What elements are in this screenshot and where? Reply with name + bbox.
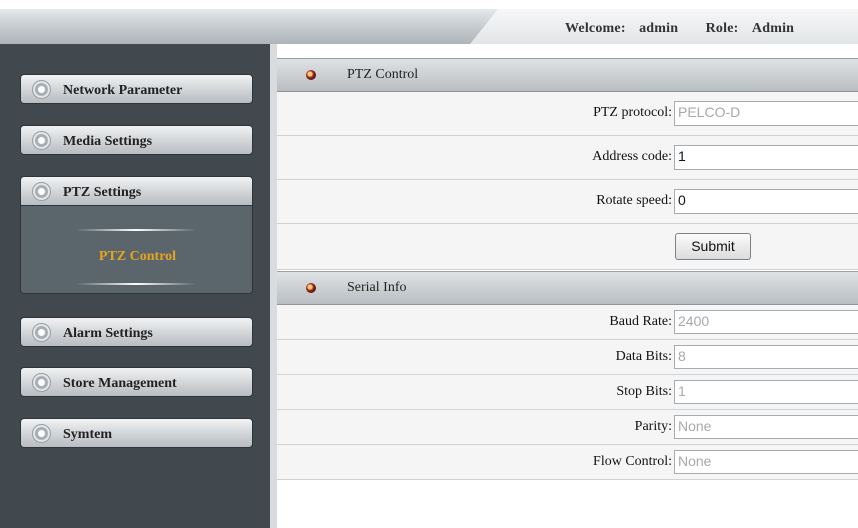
submenu-item-ptz-control[interactable]: PTZ Control bbox=[21, 249, 254, 265]
form-row-flow-control: Flow Control: None bbox=[277, 445, 858, 480]
submit-button[interactable]: Submit bbox=[675, 233, 751, 260]
gear-icon bbox=[32, 424, 51, 443]
role-label: Role: bbox=[705, 21, 739, 36]
submenu-divider bbox=[76, 283, 196, 285]
parity-field[interactable]: None bbox=[674, 415, 858, 439]
gear-icon bbox=[32, 80, 51, 99]
form-row-address-code: Address code: 1 bbox=[277, 136, 858, 180]
form-row-baud-rate: Baud Rate: 2400 bbox=[277, 305, 858, 340]
sidebar-item-label: PTZ Settings bbox=[63, 185, 142, 200]
field-label: Rotate speed: bbox=[596, 193, 672, 208]
gear-icon bbox=[32, 131, 51, 150]
form-row-rotate-speed: Rotate speed: 0 bbox=[277, 180, 858, 224]
username: admin bbox=[639, 21, 679, 36]
rotate-speed-field[interactable]: 0 bbox=[674, 189, 858, 214]
data-bits-field[interactable]: 8 bbox=[674, 345, 858, 369]
sidebar-item-alarm-settings[interactable]: Alarm Settings bbox=[20, 317, 253, 347]
sidebar-item-media-settings[interactable]: Media Settings bbox=[20, 125, 253, 155]
field-label: PTZ protocol: bbox=[593, 105, 672, 120]
submenu-divider bbox=[76, 229, 196, 231]
sidebar-item-label: Media Settings bbox=[63, 134, 153, 149]
bullet-icon bbox=[306, 70, 316, 80]
field-label: Address code: bbox=[592, 149, 672, 164]
sidebar-item-label: Alarm Settings bbox=[63, 326, 153, 341]
sidebar-item-symtem[interactable]: Symtem bbox=[20, 418, 253, 448]
field-label: Stop Bits: bbox=[616, 384, 672, 399]
gear-icon bbox=[32, 373, 51, 392]
sidebar-item-label: Store Management bbox=[63, 376, 177, 391]
field-label: Flow Control: bbox=[593, 454, 672, 469]
form-row-data-bits: Data Bits: 8 bbox=[277, 340, 858, 375]
gear-icon bbox=[32, 182, 51, 201]
sidebar-item-label: Symtem bbox=[63, 427, 112, 442]
form-row-parity: Parity: None bbox=[277, 410, 858, 445]
field-label: Baud Rate: bbox=[609, 314, 672, 329]
section-title: Serial Info bbox=[347, 280, 407, 295]
ptz-protocol-field[interactable]: PELCO-D bbox=[674, 101, 858, 126]
field-label: Data Bits: bbox=[615, 349, 672, 364]
welcome-info: Welcome: admin Role: Admin bbox=[565, 21, 794, 37]
stop-bits-field[interactable]: 1 bbox=[674, 380, 858, 404]
section-header-ptz-control: PTZ Control bbox=[277, 58, 858, 92]
section-title: PTZ Control bbox=[347, 67, 419, 82]
sidebar-item-label: Network Parameter bbox=[63, 83, 183, 98]
bullet-icon bbox=[306, 283, 316, 293]
flow-control-field[interactable]: None bbox=[674, 450, 858, 474]
role-value: Admin bbox=[751, 21, 795, 36]
field-label: Parity: bbox=[634, 419, 672, 434]
gear-icon bbox=[32, 323, 51, 342]
form-row-stop-bits: Stop Bits: 1 bbox=[277, 375, 858, 410]
welcome-label: Welcome: bbox=[565, 21, 626, 36]
baud-rate-field[interactable]: 2400 bbox=[674, 310, 858, 334]
sidebar-divider bbox=[270, 44, 277, 528]
form-row-submit: Submit bbox=[277, 224, 858, 270]
sidebar-item-store-management[interactable]: Store Management bbox=[20, 367, 253, 397]
ptz-submenu: PTZ Control bbox=[20, 206, 253, 294]
sidebar-item-network-parameter[interactable]: Network Parameter bbox=[20, 74, 253, 104]
section-header-serial-info: Serial Info bbox=[277, 271, 858, 305]
address-code-field[interactable]: 1 bbox=[674, 145, 858, 170]
form-row-ptz-protocol: PTZ protocol: PELCO-D bbox=[277, 92, 858, 136]
sidebar-item-ptz-settings[interactable]: PTZ Settings bbox=[20, 176, 253, 206]
